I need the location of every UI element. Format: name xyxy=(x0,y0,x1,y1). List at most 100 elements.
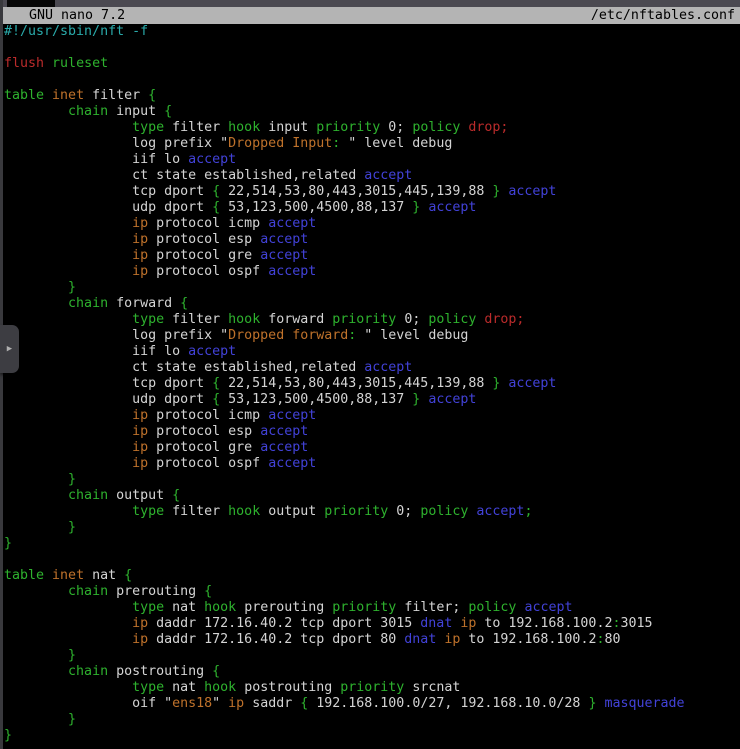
code-token: hook xyxy=(228,312,260,327)
code-token xyxy=(4,664,68,679)
code-token: drop; xyxy=(484,312,524,327)
code-token: } xyxy=(68,280,76,295)
code-token: to 192.168.100.2 xyxy=(460,632,596,647)
code-token: " level debug xyxy=(356,328,468,343)
code-token: accept xyxy=(188,152,236,167)
code-token: { xyxy=(212,200,220,215)
code-token xyxy=(4,232,132,247)
code-token: ip xyxy=(444,632,460,647)
sidebar-expand-tab[interactable]: ▶ xyxy=(0,325,19,373)
code-token: log prefix " xyxy=(4,136,228,151)
code-token: { xyxy=(164,104,172,119)
code-token: ip xyxy=(132,456,148,471)
code-line: type filter hook input priority 0; polic… xyxy=(4,120,740,136)
code-line: ct state established,related accept xyxy=(4,360,740,376)
code-token: input xyxy=(260,120,316,135)
code-line xyxy=(4,552,740,568)
code-token: priority xyxy=(332,600,396,615)
code-token: chain xyxy=(68,296,108,311)
code-token xyxy=(4,680,132,695)
code-line: log prefix "Dropped forward: " level deb… xyxy=(4,328,740,344)
code-line: log prefix "Dropped Input: " level debug xyxy=(4,136,740,152)
code-line: ct state established,related accept xyxy=(4,168,740,184)
code-token: ip xyxy=(132,248,148,263)
code-token: protocol esp xyxy=(148,424,260,439)
code-token xyxy=(44,88,52,103)
code-token: ip xyxy=(132,424,148,439)
code-token: chain xyxy=(68,488,108,503)
code-token: iif lo xyxy=(4,344,188,359)
code-line: ip protocol icmp accept xyxy=(4,408,740,424)
code-token: 0; xyxy=(396,312,428,327)
code-line: type filter hook output priority 0; poli… xyxy=(4,504,740,520)
code-token: ip xyxy=(132,632,148,647)
code-token xyxy=(4,248,132,263)
code-line xyxy=(4,40,740,56)
code-token: output xyxy=(260,504,324,519)
code-token: masquerade xyxy=(604,696,684,711)
code-token: 0; xyxy=(388,504,420,519)
code-token: accept xyxy=(260,232,308,247)
code-token: protocol gre xyxy=(148,248,260,263)
code-token: 80 xyxy=(604,632,620,647)
code-line: type nat hook postrouting priority srcna… xyxy=(4,680,740,696)
code-token: 22,514,53,80,443,3015,445,139,88 xyxy=(220,376,492,391)
code-token xyxy=(4,616,132,631)
code-token: accept xyxy=(476,504,524,519)
code-line: table inet filter { xyxy=(4,88,740,104)
code-token: { xyxy=(148,88,156,103)
code-token xyxy=(4,440,132,455)
code-token: accept xyxy=(508,376,556,391)
code-line: tcp dport { 22,514,53,80,443,3015,445,13… xyxy=(4,376,740,392)
code-token: accept xyxy=(260,440,308,455)
code-token: 53,123,500,4500,88,137 xyxy=(220,392,412,407)
code-token: ct state established,related xyxy=(4,168,364,183)
code-token xyxy=(4,648,68,663)
code-token: policy xyxy=(428,312,476,327)
code-token: srcnat xyxy=(404,680,460,695)
code-token: filter; xyxy=(396,600,468,615)
code-token: input xyxy=(108,104,164,119)
code-token: nat xyxy=(164,680,204,695)
code-token: hook xyxy=(204,680,236,695)
code-token: chain xyxy=(68,584,108,599)
code-token: accept xyxy=(260,248,308,263)
code-token: type xyxy=(132,312,164,327)
code-token: { xyxy=(212,184,220,199)
terminal-content: #!/usr/sbin/nft -fflush rulesettable ine… xyxy=(4,24,740,744)
code-token: daddr 172.16.40.2 tcp dport 3015 xyxy=(148,616,420,631)
code-token xyxy=(4,280,68,295)
terminal-editor-area[interactable]: #!/usr/sbin/nft -fflush rulesettable ine… xyxy=(0,24,740,749)
code-token: { xyxy=(212,392,220,407)
code-line: ip protocol ospf accept xyxy=(4,456,740,472)
code-token: ip xyxy=(132,232,148,247)
window-chrome-strip xyxy=(0,0,740,7)
code-token: forward xyxy=(260,312,332,327)
code-token: hook xyxy=(228,120,260,135)
code-line: ip protocol esp accept xyxy=(4,232,740,248)
code-token: { xyxy=(172,488,180,503)
code-token: flush xyxy=(4,56,44,71)
code-line: } xyxy=(4,648,740,664)
code-line: iif lo accept xyxy=(4,344,740,360)
code-token: prerouting xyxy=(236,600,332,615)
code-token: priority xyxy=(340,680,404,695)
code-token: chain xyxy=(68,104,108,119)
code-token: priority xyxy=(332,312,396,327)
code-token xyxy=(4,216,132,231)
code-line: type nat hook prerouting priority filter… xyxy=(4,600,740,616)
code-token: output xyxy=(108,488,172,503)
code-token xyxy=(4,408,132,423)
code-token: policy xyxy=(412,120,460,135)
code-token: hook xyxy=(204,600,236,615)
code-token: type xyxy=(132,120,164,135)
code-token: priority xyxy=(324,504,388,519)
code-token: type xyxy=(132,680,164,695)
code-token: udp dport xyxy=(4,392,212,407)
code-line: chain forward { xyxy=(4,296,740,312)
nano-file-path: /etc/nftables.conf xyxy=(591,7,735,24)
code-token: 22,514,53,80,443,3015,445,139,88 xyxy=(220,184,492,199)
code-line: } xyxy=(4,536,740,552)
code-token: dnat xyxy=(404,632,436,647)
code-line: udp dport { 53,123,500,4500,88,137 } acc… xyxy=(4,392,740,408)
